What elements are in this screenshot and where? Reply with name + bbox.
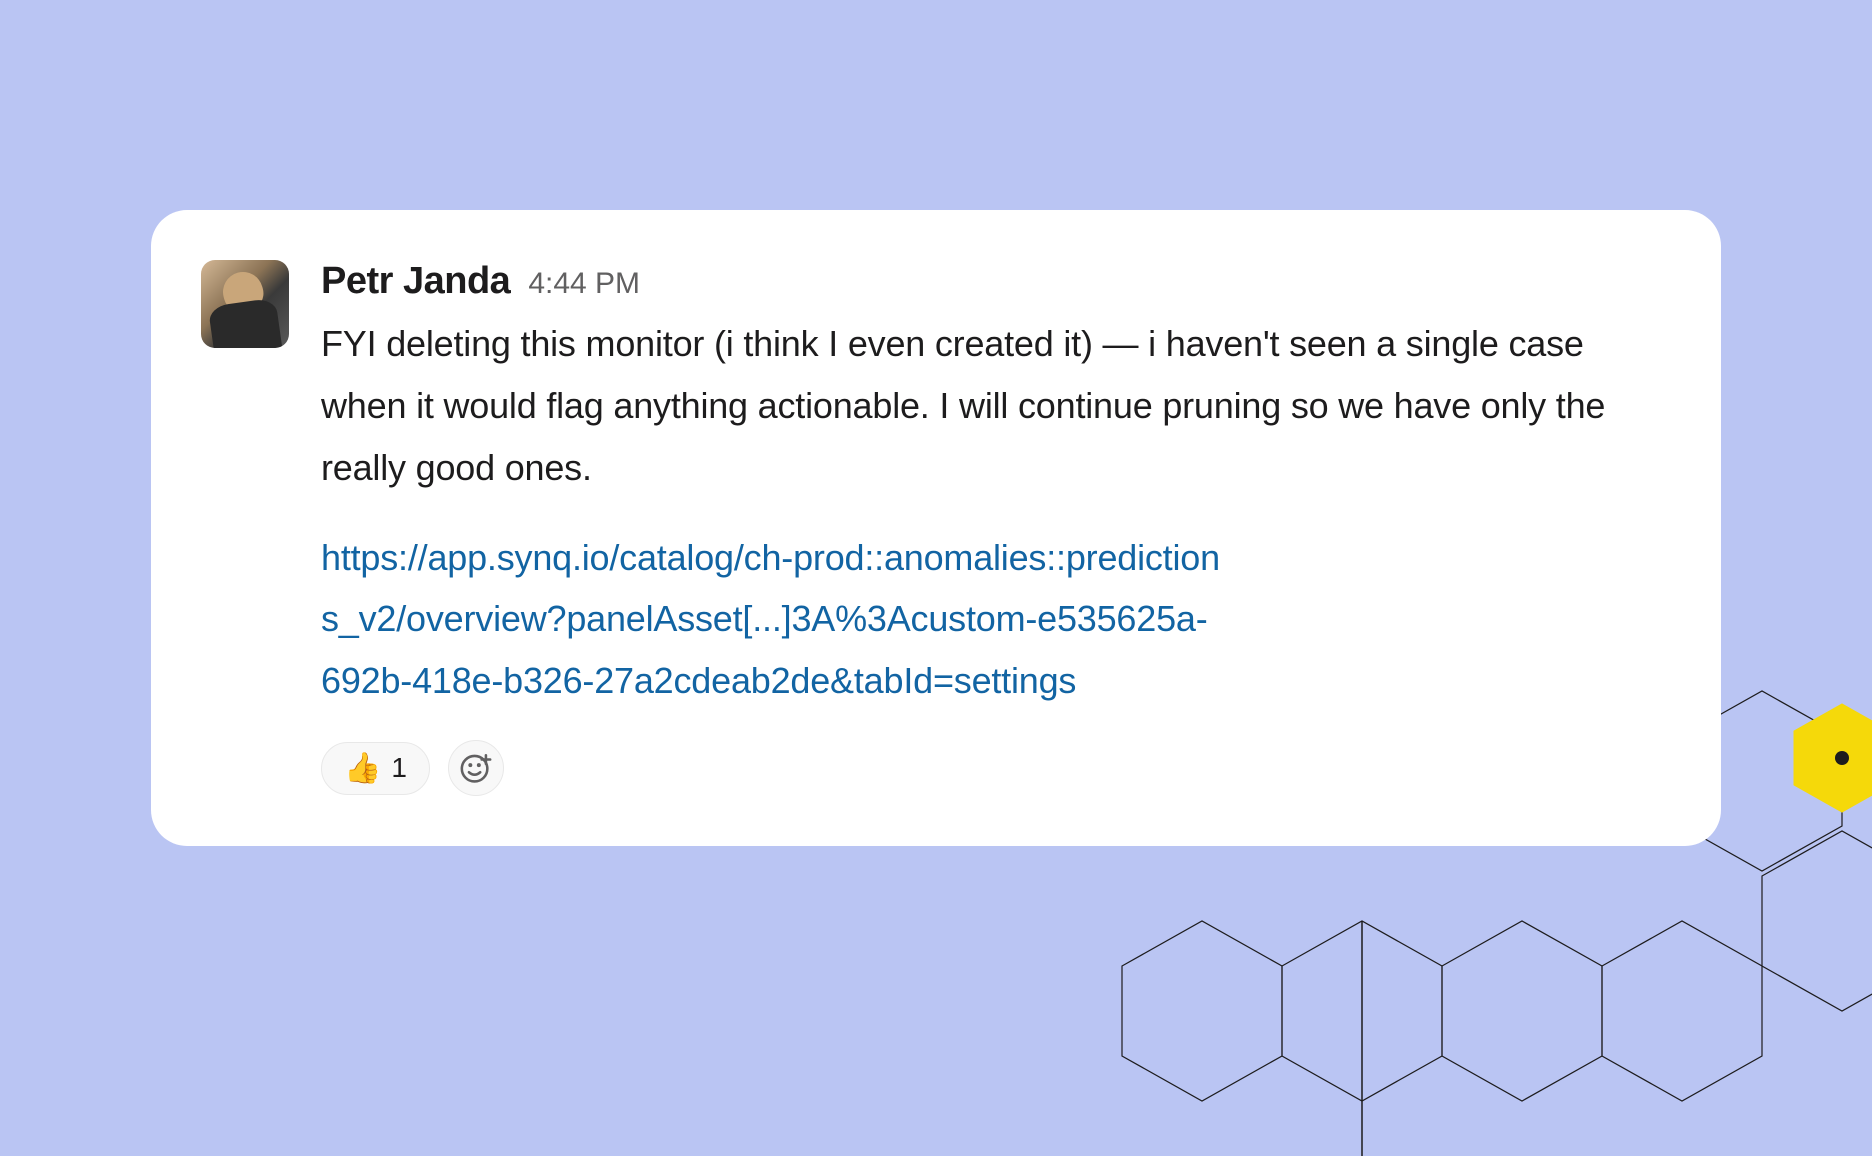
thumbsup-icon: 👍 [344,751,381,786]
add-reaction-button[interactable] [448,740,504,796]
message-content: Petr Janda 4:44 PM FYI deleting this mon… [321,260,1661,796]
author-avatar[interactable] [201,260,289,348]
message-header: Petr Janda 4:44 PM [321,260,1661,303]
reaction-count: 1 [391,752,407,784]
message-body-text: FYI deleting this monitor (i think I eve… [321,313,1661,499]
author-name[interactable]: Petr Janda [321,260,510,303]
reactions-bar: 👍 1 [321,740,1661,796]
add-emoji-icon [459,751,493,785]
slack-message-card: Petr Janda 4:44 PM FYI deleting this mon… [151,210,1721,846]
message-timestamp: 4:44 PM [528,267,640,301]
reaction-thumbsup[interactable]: 👍 1 [321,742,430,795]
message-link[interactable]: https://app.synq.io/catalog/ch-prod::ano… [321,527,1221,713]
